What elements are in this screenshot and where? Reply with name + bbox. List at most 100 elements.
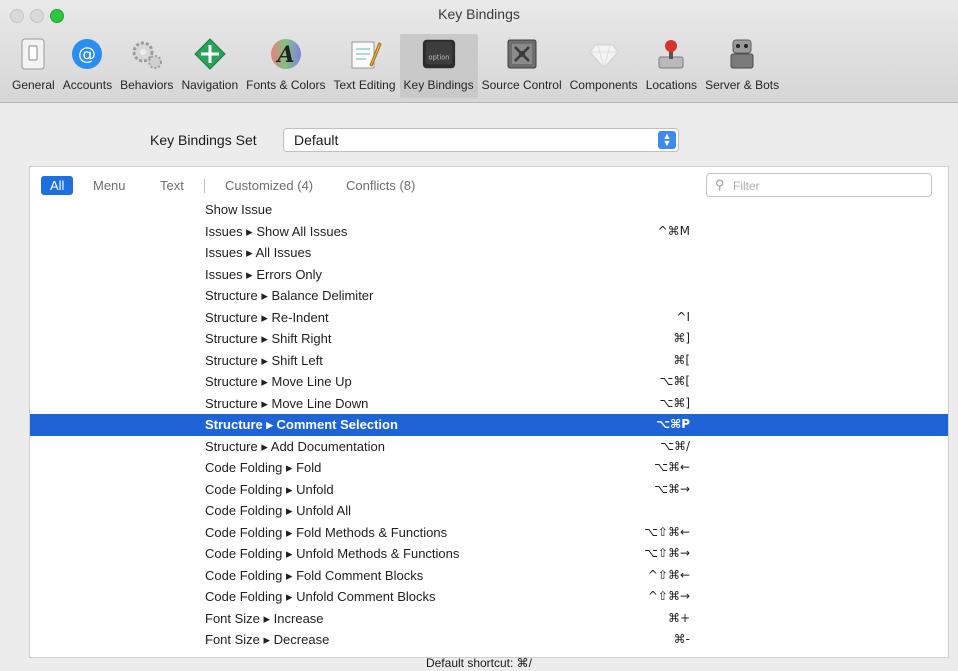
toolbar-label-navigation: Navigation	[181, 78, 239, 92]
search-icon: ⚲	[715, 177, 725, 192]
binding-command: Show Issue	[205, 202, 273, 217]
binding-key[interactable]: ⌘[	[600, 353, 690, 367]
filter-search-input[interactable]	[731, 177, 925, 195]
binding-row[interactable]: Code Folding ▸ Fold Comment Blocks ^⇧⌘←	[30, 565, 948, 587]
binding-row[interactable]: Structure ▸ Shift Left ⌘[	[30, 350, 948, 372]
toolbar-label-fonts-colors: Fonts & Colors	[246, 78, 326, 92]
gears-icon	[129, 36, 165, 72]
binding-row[interactable]: Structure ▸ Comment Selection ⌥⌘P	[30, 414, 948, 436]
binding-row[interactable]: Issues ▸ Errors Only	[30, 264, 948, 286]
vault-icon	[504, 36, 540, 72]
binding-command: Issues ▸ Errors Only	[205, 266, 323, 282]
binding-key[interactable]: ⌥⌘]	[600, 396, 690, 410]
key-bindings-set-select[interactable]: Default ▲ ▼	[283, 128, 679, 152]
arrows-diamond-icon	[192, 36, 228, 72]
switch-icon	[15, 36, 51, 72]
binding-key[interactable]: ⌥⇧⌘←	[600, 525, 690, 539]
chevron-updown-icon: ▲ ▼	[658, 131, 676, 149]
binding-command: Structure ▸ Add Documentation	[205, 438, 385, 454]
robot-icon	[724, 36, 760, 72]
binding-command: Code Folding ▸ Unfold Methods & Function…	[205, 546, 460, 561]
svg-text:A: A	[275, 42, 294, 68]
binding-row[interactable]: Show Issue	[30, 199, 948, 221]
binding-row[interactable]: Font Size ▸ Increase ⌘+	[30, 608, 948, 630]
binding-key[interactable]: ^⇧⌘→	[600, 589, 690, 603]
notepad-pencil-icon	[347, 36, 383, 72]
toolbar-item-components[interactable]: Components	[566, 34, 642, 98]
binding-row[interactable]: Structure ▸ Shift Right ⌘]	[30, 328, 948, 350]
binding-key[interactable]: ⌥⌘←	[600, 460, 690, 474]
binding-key[interactable]: ⌥⌘P	[600, 417, 690, 431]
toolbar-item-text-editing[interactable]: Text Editing	[330, 34, 400, 98]
toolbar-item-locations[interactable]: Locations	[642, 34, 701, 98]
binding-command: Font Size ▸ Decrease	[205, 632, 330, 647]
toolbar-item-general[interactable]: General	[8, 34, 59, 98]
binding-key[interactable]: ⌥⌘[	[600, 374, 690, 388]
toolbar-label-components: Components	[569, 78, 638, 92]
binding-row[interactable]: Code Folding ▸ Unfold ⌥⌘→	[30, 479, 948, 501]
font-color-icon: A	[268, 36, 304, 72]
filter-menu[interactable]: Menu	[93, 178, 126, 193]
binding-row[interactable]: Structure ▸ Re-Indent ^I	[30, 307, 948, 329]
filter-search-field[interactable]: ⚲	[706, 173, 932, 197]
binding-row[interactable]: Structure ▸ Move Line Down ⌥⌘]	[30, 393, 948, 415]
toolbar-item-behaviors[interactable]: Behaviors	[116, 34, 177, 98]
binding-row[interactable]: Font Size ▸ Decrease ⌘-	[30, 629, 948, 651]
binding-command: Code Folding ▸ Fold Comment Blocks	[205, 567, 424, 583]
binding-row[interactable]: Structure ▸ Move Line Up ⌥⌘[	[30, 371, 948, 393]
key-bindings-set-value: Default	[294, 132, 339, 148]
binding-command: Structure ▸ Comment Selection	[205, 417, 398, 432]
toolbar-item-fonts-colors[interactable]: A Fonts & Colors	[242, 34, 329, 98]
binding-key[interactable]: ⌥⌘/	[600, 439, 690, 453]
binding-command: Code Folding ▸ Fold	[205, 460, 322, 475]
toolbar-item-source-control[interactable]: Source Control	[478, 34, 566, 98]
toolbar-label-key-bindings: Key Bindings	[403, 78, 474, 92]
binding-key[interactable]: ⌥⇧⌘→	[600, 546, 690, 560]
svg-text:@: @	[78, 44, 96, 65]
toolbar-label-general: General	[12, 78, 55, 92]
binding-command: Structure ▸ Re-Indent	[205, 309, 329, 325]
toolbar-label-source-control: Source Control	[481, 78, 562, 92]
binding-command: Code Folding ▸ Unfold All	[205, 503, 351, 518]
toolbar-label-locations: Locations	[645, 78, 698, 92]
joystick-icon	[653, 36, 689, 72]
filter-all[interactable]: All	[41, 176, 74, 195]
binding-row[interactable]: Issues ▸ Show All Issues ^⌘M	[30, 221, 948, 243]
binding-key[interactable]: ⌘+	[600, 611, 690, 625]
toolbar-label-accounts: Accounts	[62, 78, 113, 92]
binding-row[interactable]: Code Folding ▸ Unfold Methods & Function…	[30, 543, 948, 565]
filter-divider	[204, 179, 205, 193]
binding-command: Font Size ▸ Increase	[205, 610, 324, 626]
option-key-icon: option	[421, 36, 457, 72]
toolbar-item-server-bots[interactable]: Server & Bots	[701, 34, 783, 98]
binding-row[interactable]: Code Folding ▸ Fold Methods & Functions ⌥…	[30, 522, 948, 544]
at-sign-icon: @	[69, 36, 105, 72]
binding-key[interactable]: ⌥⌘→	[600, 482, 690, 496]
toolbar-item-accounts[interactable]: @ Accounts	[59, 34, 116, 98]
binding-row[interactable]: Structure ▸ Balance Delimiter	[30, 285, 948, 307]
filter-customized[interactable]: Customized (4)	[225, 178, 313, 193]
binding-command: Issues ▸ Show All Issues	[205, 223, 348, 239]
binding-row[interactable]: Code Folding ▸ Unfold All	[30, 500, 948, 522]
key-bindings-panel: All Menu Text Customized (4) Conflicts (…	[29, 166, 949, 658]
binding-row[interactable]: Code Folding ▸ Unfold Comment Blocks ^⇧⌘→	[30, 586, 948, 608]
binding-key[interactable]: ^⌘M	[600, 224, 690, 238]
filter-conflicts[interactable]: Conflicts (8)	[346, 178, 415, 193]
toolbar-label-server-bots: Server & Bots	[705, 78, 780, 92]
binding-command: Structure ▸ Move Line Down	[205, 395, 369, 411]
binding-row[interactable]: Code Folding ▸ Fold ⌥⌘←	[30, 457, 948, 479]
toolbar-item-key-bindings[interactable]: option Key Bindings	[399, 34, 478, 98]
binding-command: Structure ▸ Move Line Up	[205, 374, 352, 389]
filter-text[interactable]: Text	[160, 178, 184, 193]
preferences-window: Key Bindings General @ Accounts Behavior…	[0, 0, 958, 671]
binding-key[interactable]: ⌘]	[600, 331, 690, 345]
toolbar-item-navigation[interactable]: Navigation	[177, 34, 242, 98]
binding-key[interactable]: ⌘-	[600, 632, 690, 646]
binding-command: Structure ▸ Balance Delimiter	[205, 288, 374, 303]
binding-key[interactable]: ^⇧⌘←	[600, 568, 690, 582]
binding-row[interactable]: Issues ▸ All Issues	[30, 242, 948, 264]
binding-key[interactable]: ^I	[600, 310, 690, 324]
binding-row[interactable]: Structure ▸ Add Documentation ⌥⌘/	[30, 436, 948, 458]
preferences-toolbar: General @ Accounts Behaviors Navigation	[8, 34, 783, 98]
binding-command: Code Folding ▸ Unfold	[205, 481, 334, 497]
